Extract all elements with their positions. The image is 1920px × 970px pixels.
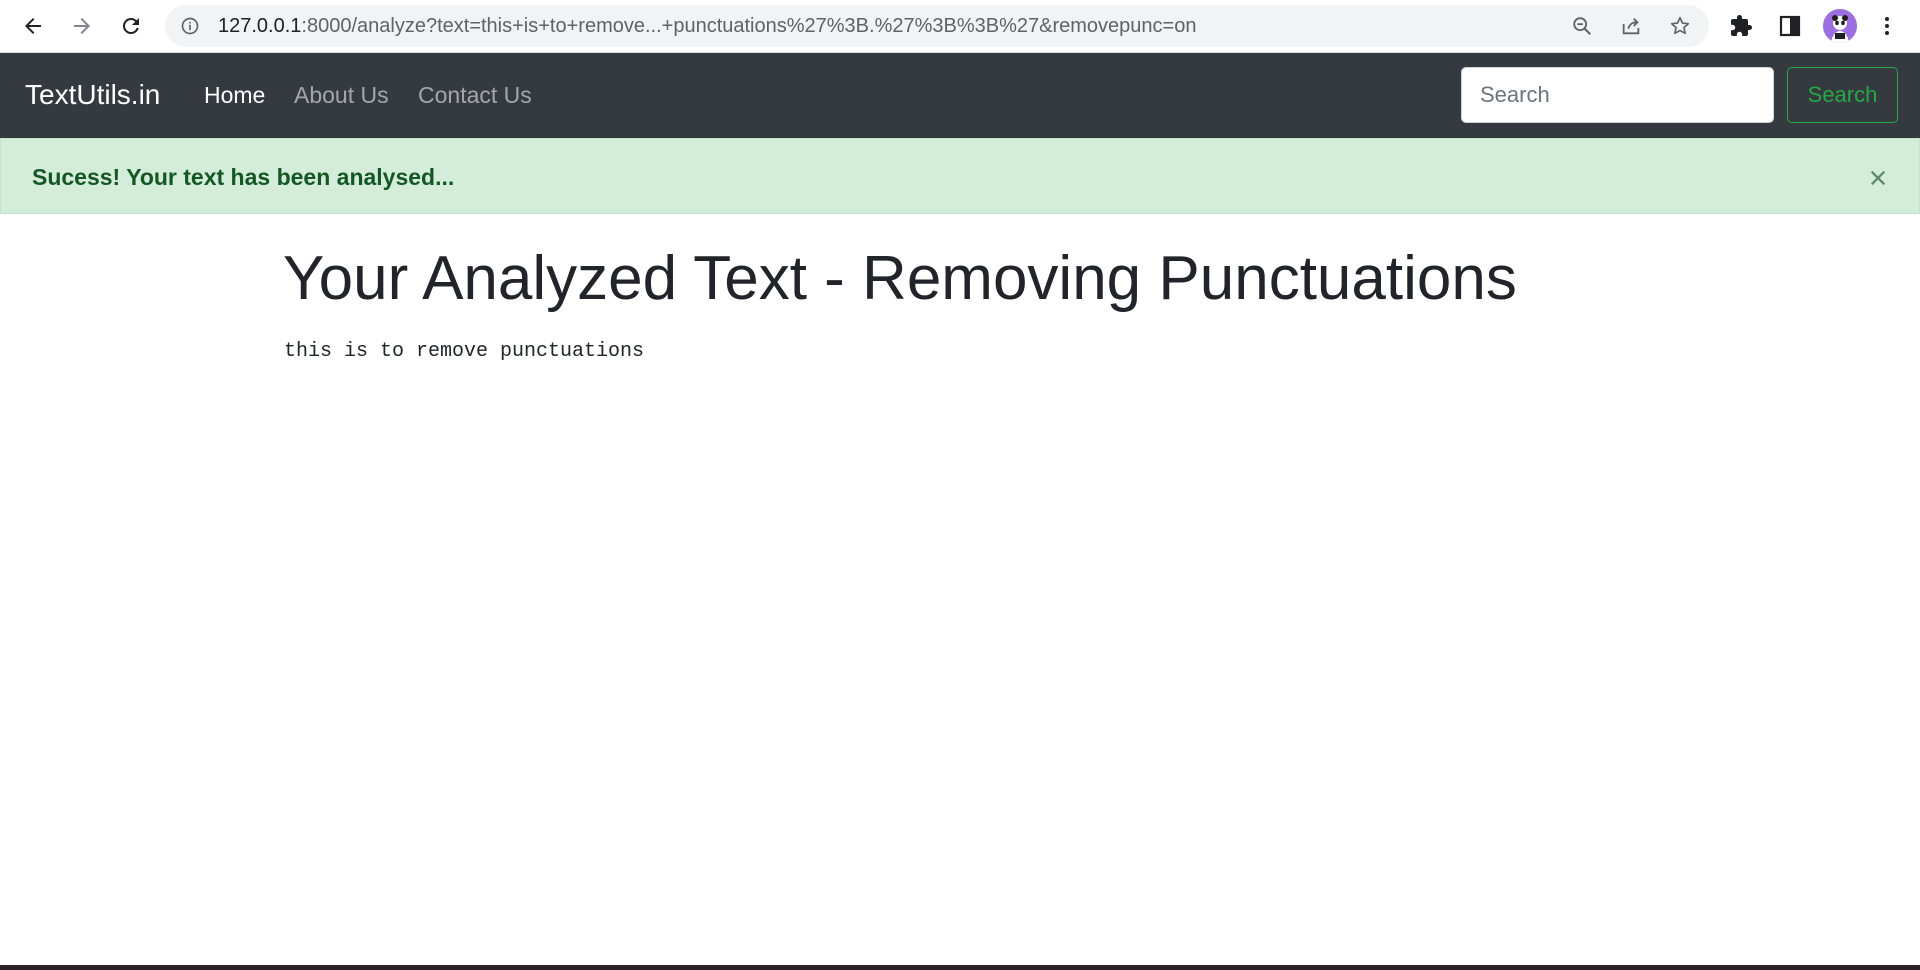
- url-path: :8000/analyze?text=this+is+to+remove...+…: [301, 15, 1197, 37]
- extensions-icon[interactable]: [1727, 12, 1755, 40]
- nav-link-contact[interactable]: Contact Us: [418, 82, 532, 108]
- forward-arrow-icon: [74, 18, 90, 34]
- side-panel-icon[interactable]: [1776, 12, 1804, 40]
- analyzed-text-output: this is to remove punctuations: [284, 340, 645, 363]
- search-input[interactable]: [1461, 67, 1774, 123]
- alert-close-button[interactable]: [1863, 163, 1893, 193]
- close-icon: [1870, 170, 1886, 186]
- nav-link-about[interactable]: About Us: [294, 82, 389, 108]
- back-button[interactable]: [15, 8, 51, 44]
- share-icon[interactable]: [1619, 14, 1643, 38]
- alert-body-text: Your text has been analysed...: [120, 164, 455, 190]
- page-title: Your Analyzed Text - Removing Punctuatio…: [283, 244, 1517, 313]
- search-button[interactable]: Search: [1787, 67, 1898, 123]
- forward-button[interactable]: [64, 8, 100, 44]
- reload-icon: [122, 17, 139, 34]
- nav-link-home[interactable]: Home: [204, 82, 265, 108]
- more-vert-icon[interactable]: [1873, 12, 1901, 40]
- star-icon[interactable]: [1668, 14, 1692, 38]
- zoom-out-icon[interactable]: [1570, 14, 1594, 38]
- url-text[interactable]: 127.0.0.1:8000/analyze?text=this+is+to+r…: [218, 15, 1196, 37]
- address-bar[interactable]: 127.0.0.1:8000/analyze?text=this+is+to+r…: [165, 5, 1709, 47]
- site-navbar: TextUtils.in Home About Us Contact Us Se…: [0, 53, 1920, 138]
- browser-toolbar: 127.0.0.1:8000/analyze?text=this+is+to+r…: [0, 0, 1920, 53]
- alert-strong-text: Sucess!: [32, 164, 121, 190]
- success-alert: Sucess! Your text has been analysed...: [0, 138, 1920, 214]
- back-arrow-icon: [25, 18, 41, 34]
- site-info-icon[interactable]: [179, 15, 201, 37]
- reload-button[interactable]: [113, 8, 149, 44]
- alert-message: Sucess! Your text has been analysed...: [32, 163, 454, 191]
- url-host: 127.0.0.1: [218, 15, 302, 37]
- profile-avatar[interactable]: [1823, 9, 1857, 43]
- brand-link[interactable]: TextUtils.in: [25, 79, 160, 111]
- taskbar-edge: [0, 965, 1920, 970]
